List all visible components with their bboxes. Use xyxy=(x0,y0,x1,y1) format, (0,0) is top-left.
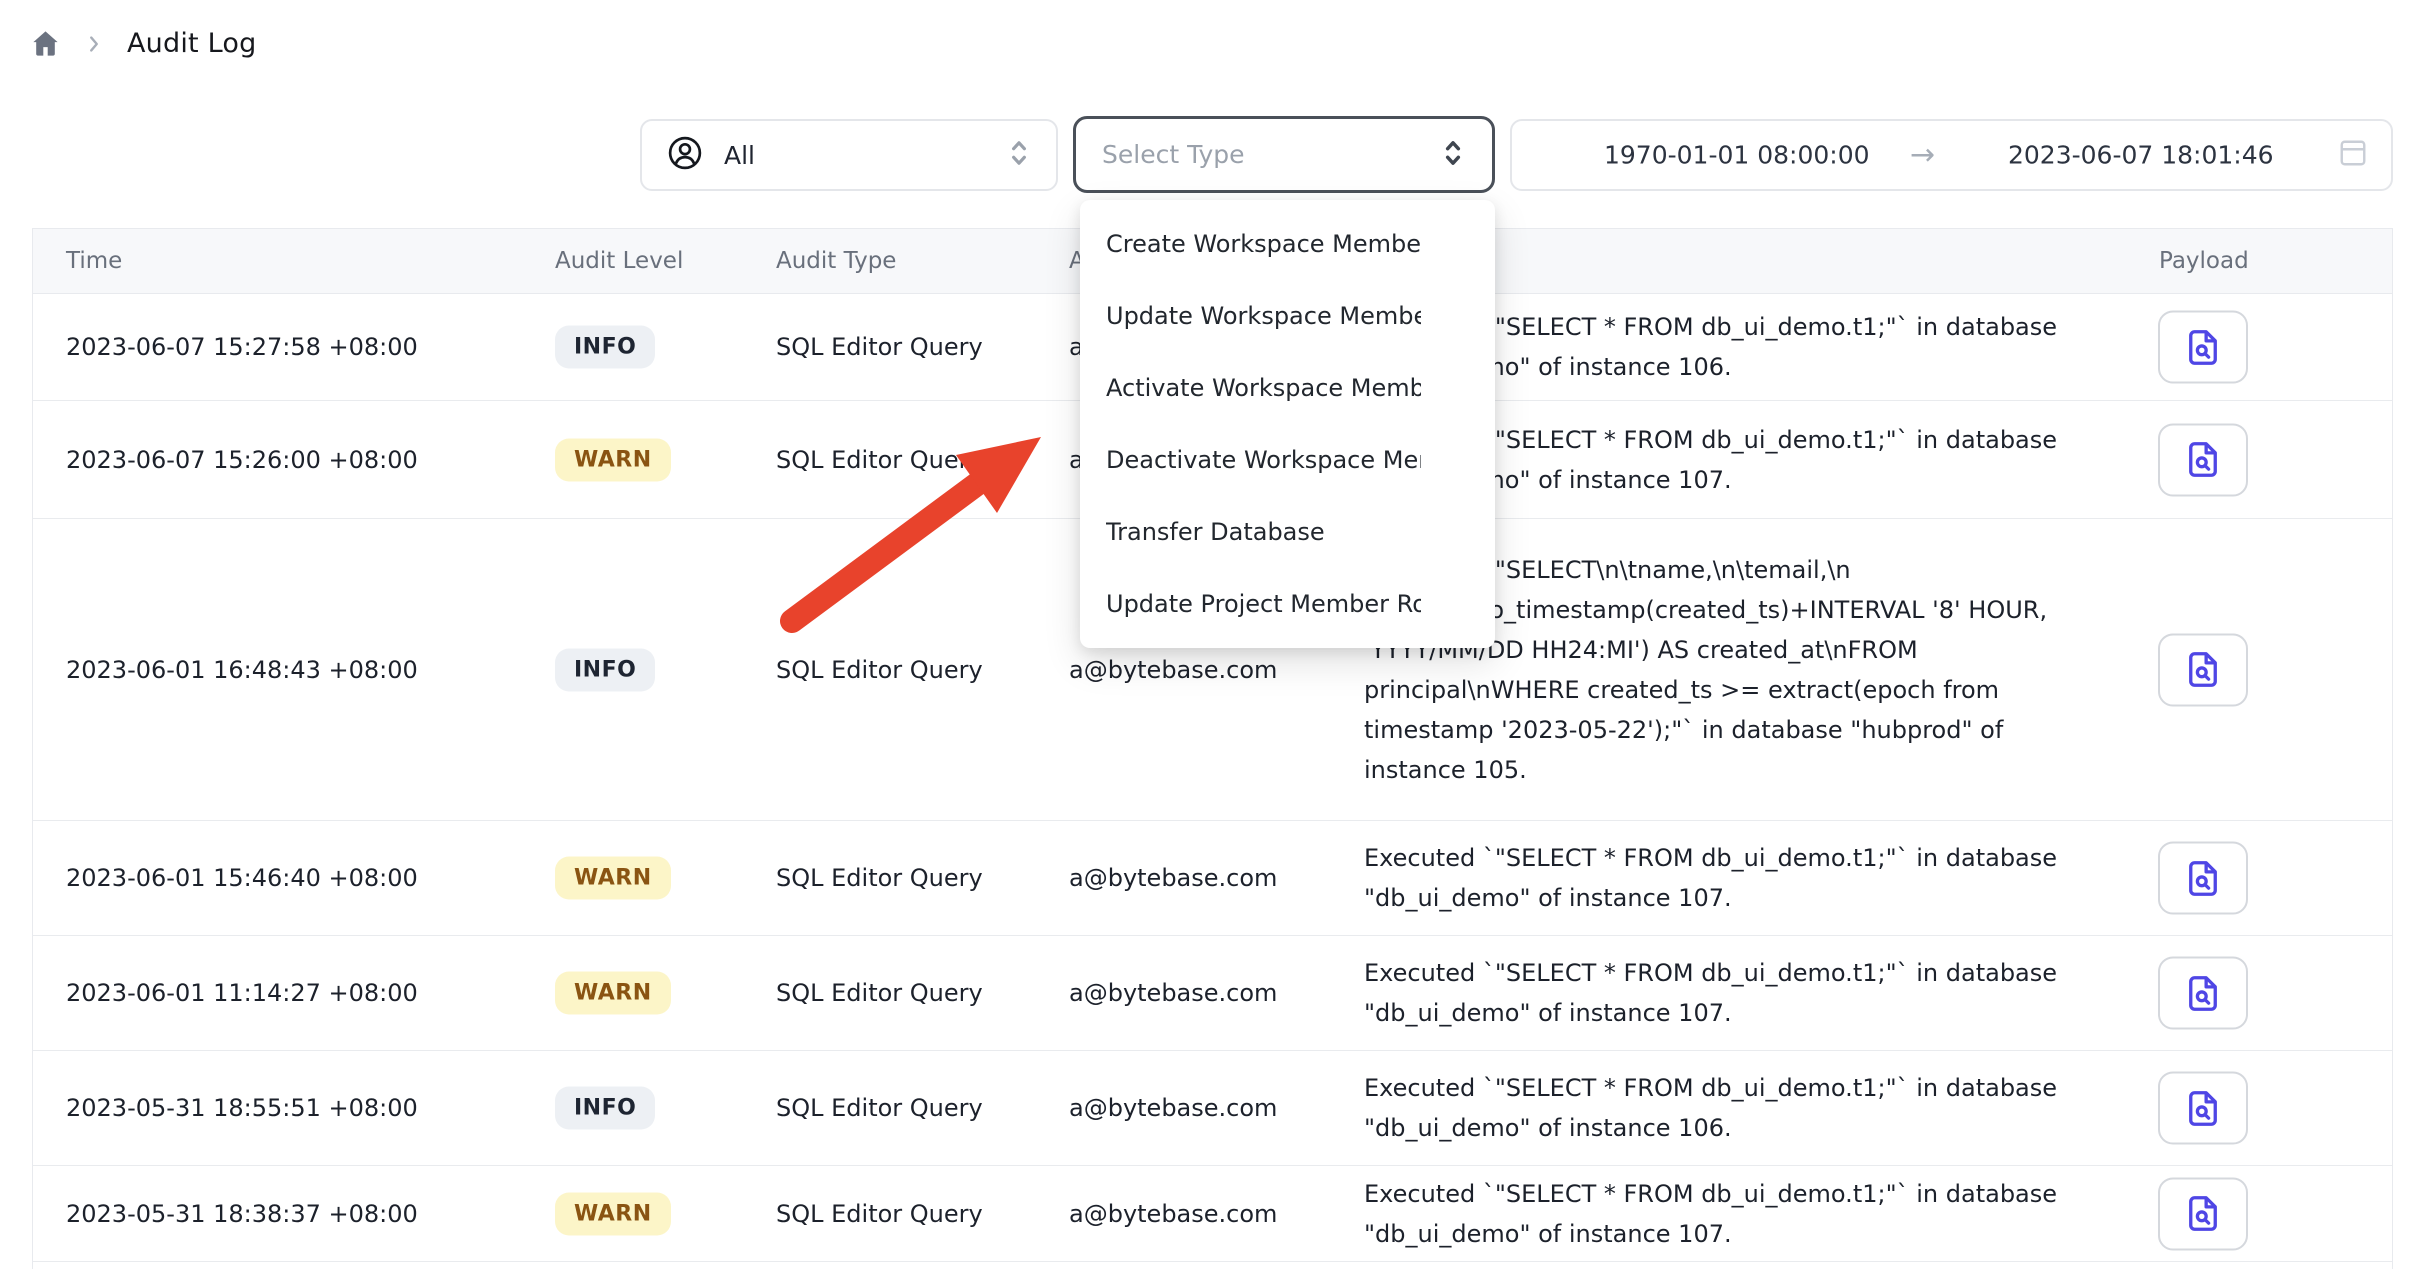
col-header-time: Time xyxy=(66,248,122,274)
audit-log-page: Audit Log All Select Type 1970-01-01 08:… xyxy=(0,0,2410,1268)
dropdown-option-create-workspace-member[interactable]: Create Workspace Member xyxy=(1080,208,1495,280)
date-range-end[interactable]: 2023-06-07 18:01:46 xyxy=(2008,141,2274,170)
breadcrumb-chevron-icon xyxy=(83,33,105,55)
row-time: 2023-06-07 15:27:58 +08:00 xyxy=(66,333,418,361)
row-audit-type: SQL Editor Query xyxy=(776,979,983,1007)
row-actor: a@bytebase.com xyxy=(1069,1094,1277,1122)
col-header-audit-level: Audit Level xyxy=(555,248,683,274)
file-search-icon xyxy=(2182,1087,2224,1129)
view-payload-button[interactable] xyxy=(2158,1072,2248,1145)
audit-level-badge: INFO xyxy=(555,326,655,369)
table-row: 2023-06-01 11:14:27 +08:00 WARN SQL Edit… xyxy=(33,936,2392,1051)
view-payload-button[interactable] xyxy=(2158,842,2248,915)
row-audit-type: SQL Editor Query xyxy=(776,656,983,684)
table-row: 2023-05-31 18:55:51 +08:00 INFO SQL Edit… xyxy=(33,1051,2392,1166)
view-payload-button[interactable] xyxy=(2158,311,2248,384)
file-search-icon xyxy=(2182,649,2224,691)
chevron-updown-icon xyxy=(1440,138,1466,172)
date-range-start[interactable]: 1970-01-01 08:00:00 xyxy=(1604,141,1870,170)
audit-level-badge: INFO xyxy=(555,1087,655,1130)
breadcrumb: Audit Log xyxy=(30,28,256,59)
row-comment: Executed `"SELECT * FROM db_ui_demo.t1;"… xyxy=(1364,1174,2130,1254)
file-search-icon xyxy=(2182,857,2224,899)
col-header-payload: Payload xyxy=(2159,248,2249,274)
dropdown-option-update-project-member-role[interactable]: Update Project Member Role xyxy=(1080,568,1495,640)
row-time: 2023-06-01 11:14:27 +08:00 xyxy=(66,979,418,1007)
audit-level-badge: WARN xyxy=(555,857,671,900)
file-search-icon xyxy=(2182,1193,2224,1235)
dropdown-option-deactivate-workspace-member[interactable]: Deactivate Workspace Member xyxy=(1080,424,1495,496)
view-payload-button[interactable] xyxy=(2158,957,2248,1030)
user-circle-icon xyxy=(666,134,704,176)
row-audit-type: SQL Editor Query xyxy=(776,1094,983,1122)
row-time: 2023-06-01 15:46:40 +08:00 xyxy=(66,864,418,892)
row-actor: a@bytebase.com xyxy=(1069,1200,1277,1228)
audit-level-badge: WARN xyxy=(555,1192,671,1235)
audit-level-badge: WARN xyxy=(555,972,671,1015)
row-time: 2023-05-31 18:55:51 +08:00 xyxy=(66,1094,418,1122)
audit-level-badge: WARN xyxy=(555,438,671,481)
row-time: 2023-06-07 15:26:00 +08:00 xyxy=(66,446,418,474)
file-search-icon xyxy=(2182,972,2224,1014)
view-payload-button[interactable] xyxy=(2158,423,2248,496)
col-header-audit-type: Audit Type xyxy=(776,248,896,274)
row-time: 2023-06-01 16:48:43 +08:00 xyxy=(66,656,418,684)
table-row: 2023-05-31 18:38:37 +08:00 WARN SQL Edit… xyxy=(33,1166,2392,1262)
dropdown-option-transfer-database[interactable]: Transfer Database xyxy=(1080,496,1495,568)
row-audit-type: SQL Editor Query xyxy=(776,446,983,474)
home-icon[interactable] xyxy=(30,28,61,59)
row-comment: Executed `"SELECT * FROM db_ui_demo.t1;"… xyxy=(1364,838,2130,918)
actor-filter-value: All xyxy=(724,141,986,170)
actor-filter-select[interactable]: All xyxy=(640,119,1058,191)
view-payload-button[interactable] xyxy=(2158,1177,2248,1250)
page-title: Audit Log xyxy=(127,28,256,59)
date-range-picker[interactable]: 1970-01-01 08:00:00 → 2023-06-07 18:01:4… xyxy=(1510,119,2393,191)
row-audit-type: SQL Editor Query xyxy=(776,333,983,361)
file-search-icon xyxy=(2182,326,2224,368)
audit-level-badge: INFO xyxy=(555,648,655,691)
row-comment: Executed `"SELECT * FROM db_ui_demo.t1;"… xyxy=(1364,953,2130,1033)
date-range-arrow-icon: → xyxy=(1910,138,1935,173)
view-payload-button[interactable] xyxy=(2158,633,2248,706)
row-actor: a@bytebase.com xyxy=(1069,656,1277,684)
type-select-dropdown: Create Workspace Member Update Workspace… xyxy=(1080,200,1495,648)
dropdown-option-activate-workspace-member[interactable]: Activate Workspace Member xyxy=(1080,352,1495,424)
row-actor: a@bytebase.com xyxy=(1069,864,1277,892)
type-filter-select[interactable]: Select Type xyxy=(1073,116,1495,193)
type-filter-placeholder: Select Type xyxy=(1102,140,1440,169)
row-actor: a@bytebase.com xyxy=(1069,979,1277,1007)
calendar-icon xyxy=(2335,135,2371,175)
row-comment: Executed `"SELECT * FROM db_ui_demo.t1;"… xyxy=(1364,1068,2130,1148)
dropdown-option-update-workspace-member[interactable]: Update Workspace Member xyxy=(1080,280,1495,352)
file-search-icon xyxy=(2182,439,2224,481)
chevron-updown-icon xyxy=(1006,138,1032,172)
row-time: 2023-05-31 18:38:37 +08:00 xyxy=(66,1200,418,1228)
table-row: 2023-06-01 15:46:40 +08:00 WARN SQL Edit… xyxy=(33,821,2392,936)
row-audit-type: SQL Editor Query xyxy=(776,864,983,892)
row-audit-type: SQL Editor Query xyxy=(776,1200,983,1228)
